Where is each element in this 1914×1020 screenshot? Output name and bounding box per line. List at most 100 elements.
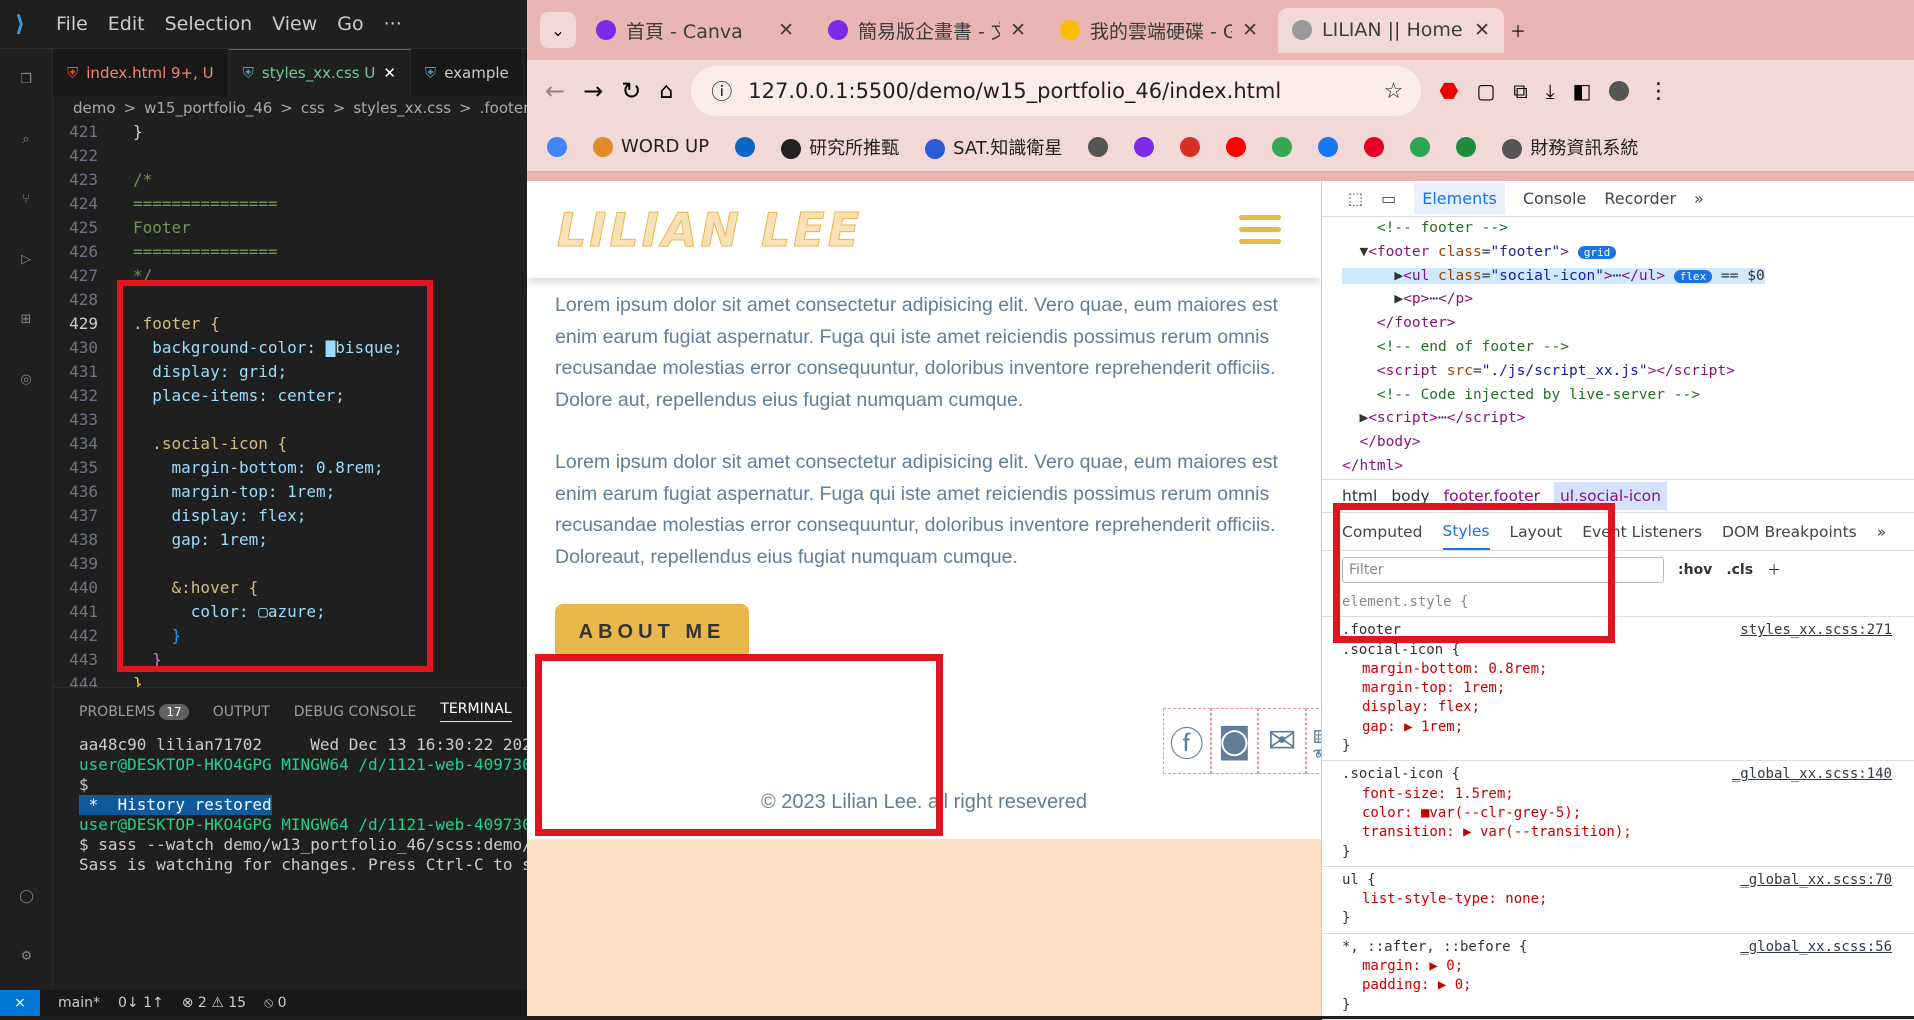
css-rule[interactable]: ul {_global_xx.scss:70 list-style-type: n… <box>1322 867 1914 934</box>
bookmark[interactable] <box>547 136 567 157</box>
instagram-icon[interactable]: ◙ <box>1210 708 1259 774</box>
mail-icon[interactable]: ✉ <box>1258 708 1306 774</box>
editor-tab[interactable]: ⛨ example <box>411 49 524 96</box>
account-icon[interactable]: ◯ <box>0 866 53 926</box>
tab-debug-console[interactable]: DEBUG CONSOLE <box>294 704 417 720</box>
bookmark[interactable] <box>1364 136 1385 157</box>
bookmark[interactable] <box>1088 136 1109 157</box>
ports-status[interactable]: ⦸ 0 <box>264 995 287 1011</box>
css-property[interactable]: list-style-type: none; <box>1342 890 1914 909</box>
menu-item[interactable]: Edit <box>108 13 145 35</box>
extension-icon[interactable]: ⬣ <box>1439 79 1458 104</box>
inspect-icon[interactable]: ⬚ <box>1348 189 1363 208</box>
css-rule[interactable]: .social-icon {_global_xx.scss:140 font-si… <box>1322 761 1914 867</box>
source-control-icon[interactable]: ⑂ <box>0 169 52 229</box>
breadcrumb-item[interactable]: styles_xx.css <box>353 99 451 117</box>
search-icon[interactable]: ⌕ <box>0 109 52 169</box>
bookmark[interactable] <box>1180 136 1201 157</box>
menu-item[interactable]: File <box>56 13 88 35</box>
home-icon[interactable]: ⌂ <box>659 79 673 104</box>
breadcrumb-item[interactable]: css <box>301 99 325 117</box>
devtools-tab[interactable]: Elements <box>1414 183 1505 214</box>
bookmark[interactable] <box>735 136 756 157</box>
css-property[interactable]: margin: ▶ 0; <box>1342 957 1914 976</box>
hov-toggle[interactable]: :hov <box>1678 562 1712 578</box>
bookmark[interactable] <box>1272 136 1293 157</box>
dom-tree[interactable]: <!-- footer --> ▼<footer class="footer">… <box>1322 217 1914 479</box>
facebook-icon[interactable]: ⓕ <box>1163 708 1211 774</box>
address-bar[interactable]: ⓘ 127.0.0.1:5500/demo/w15_portfolio_46/i… <box>691 66 1422 116</box>
settings-gear-icon[interactable]: ⚙ <box>0 926 53 986</box>
bookmark[interactable] <box>1318 136 1339 157</box>
close-icon[interactable]: ✕ <box>383 64 396 82</box>
remote-icon[interactable]: ⨯ <box>0 990 40 1016</box>
css-property[interactable]: padding: ▶ 0; <box>1342 976 1914 995</box>
bookmark[interactable] <box>1134 136 1155 157</box>
site-info-icon[interactable]: ⓘ <box>711 76 732 106</box>
css-property[interactable]: transition: ▶ var(--transition); <box>1342 823 1914 842</box>
bookmark[interactable]: 研究所推甄 <box>781 134 899 160</box>
git-branch[interactable]: main* <box>58 995 100 1011</box>
editor-tab[interactable]: ⛨ index.html 9+, U <box>53 49 229 96</box>
css-property[interactable]: color: ■var(--clr-grey-5); <box>1342 804 1914 823</box>
browser-tab[interactable]: 我的雲端硬碟 - Go ✕ <box>1046 8 1272 53</box>
breadcrumb-item[interactable]: > <box>459 99 472 117</box>
menu-item[interactable]: ··· <box>384 13 402 35</box>
new-tab-icon[interactable]: ＋ <box>1510 18 1526 42</box>
edge-icon[interactable]: ◎ <box>0 349 52 409</box>
tab-close-icon[interactable]: ✕ <box>778 19 794 41</box>
download-icon[interactable]: ⤓ <box>1546 79 1555 103</box>
rule-source-link[interactable]: _global_xx.scss:56 <box>1740 938 1892 957</box>
tab-close-icon[interactable]: ✕ <box>1474 19 1490 41</box>
run-debug-icon[interactable]: ▷ <box>0 229 52 289</box>
profile-avatar[interactable] <box>1609 81 1630 101</box>
site-logo[interactable]: LILIAN LEE <box>556 202 862 257</box>
forward-icon[interactable]: → <box>583 77 603 105</box>
breadcrumb-item[interactable]: > <box>280 99 293 117</box>
rule-source-link[interactable]: _global_xx.scss:70 <box>1740 871 1892 890</box>
browser-tab[interactable]: 簡易版企畫書 - 文 ✕ <box>814 8 1040 53</box>
styles-subtab[interactable]: » <box>1877 523 1886 541</box>
bookmark[interactable] <box>1410 136 1431 157</box>
back-icon[interactable]: ← <box>545 77 565 105</box>
breadcrumb-item[interactable]: > <box>333 99 346 117</box>
bookmark[interactable] <box>1226 136 1247 157</box>
problems-status[interactable]: ⊗ 2 ⚠ 15 <box>182 995 246 1011</box>
add-rule-icon[interactable]: ＋ <box>1767 560 1781 580</box>
devtools-tab[interactable]: Recorder <box>1604 189 1676 208</box>
cls-toggle[interactable]: .cls <box>1726 562 1753 578</box>
css-property[interactable]: font-size: 1.5rem; <box>1342 785 1914 804</box>
devtools-tab[interactable]: Console <box>1523 189 1587 208</box>
bookmark[interactable] <box>1456 136 1477 157</box>
editor-tab[interactable]: ⛨ styles_xx.css U ✕ <box>228 49 411 96</box>
menu-item[interactable]: View <box>272 13 317 35</box>
about-me-button[interactable]: ABOUT ME <box>555 604 749 660</box>
css-property[interactable]: display: flex; <box>1342 698 1914 717</box>
extensions-puzzle-icon[interactable]: ⧉ <box>1513 79 1527 103</box>
rule-source-link[interactable]: styles_xx.scss:271 <box>1740 621 1892 640</box>
tab-close-icon[interactable]: ✕ <box>1242 19 1258 41</box>
bookmark[interactable]: SAT.知識衛星 <box>925 134 1062 160</box>
extensions-icon[interactable]: ⊞ <box>0 289 52 349</box>
menu-item[interactable]: Selection <box>165 13 253 35</box>
devtools-tab[interactable]: » <box>1694 189 1704 208</box>
styles-subtab[interactable]: DOM Breakpoints <box>1722 523 1857 541</box>
terminal-output[interactable]: aa48c90 lilian71702 Wed Dec 13 16:30:22 … <box>53 735 527 990</box>
browser-tab[interactable]: LILIAN || Home ✕ <box>1278 7 1504 53</box>
hamburger-menu-icon[interactable] <box>1239 208 1281 251</box>
chrome-menu-icon[interactable]: ⋮ <box>1647 79 1669 104</box>
breadcrumb-item[interactable]: demo <box>73 99 116 117</box>
reader-icon[interactable]: ▢ <box>1477 79 1496 103</box>
reload-icon[interactable]: ↻ <box>621 77 641 105</box>
tab-output[interactable]: OUTPUT <box>213 704 270 720</box>
bookmark[interactable]: WORD UP <box>593 136 709 157</box>
side-panel-icon[interactable]: ◧ <box>1573 79 1592 103</box>
css-rule[interactable]: *, ::after, ::before {_global_xx.scss:56… <box>1322 934 1914 1020</box>
breadcrumb-item[interactable]: .footer <box>480 99 527 117</box>
bookmark-star-icon[interactable]: ☆ <box>1384 79 1404 104</box>
menu-item[interactable]: Go <box>337 13 363 35</box>
rule-source-link[interactable]: _global_xx.scss:140 <box>1732 765 1892 784</box>
browser-tab[interactable]: 首頁 - Canva ✕ <box>582 8 808 53</box>
tab-close-icon[interactable]: ✕ <box>1010 19 1026 41</box>
tab-problems[interactable]: PROBLEMS 17 <box>79 703 189 720</box>
